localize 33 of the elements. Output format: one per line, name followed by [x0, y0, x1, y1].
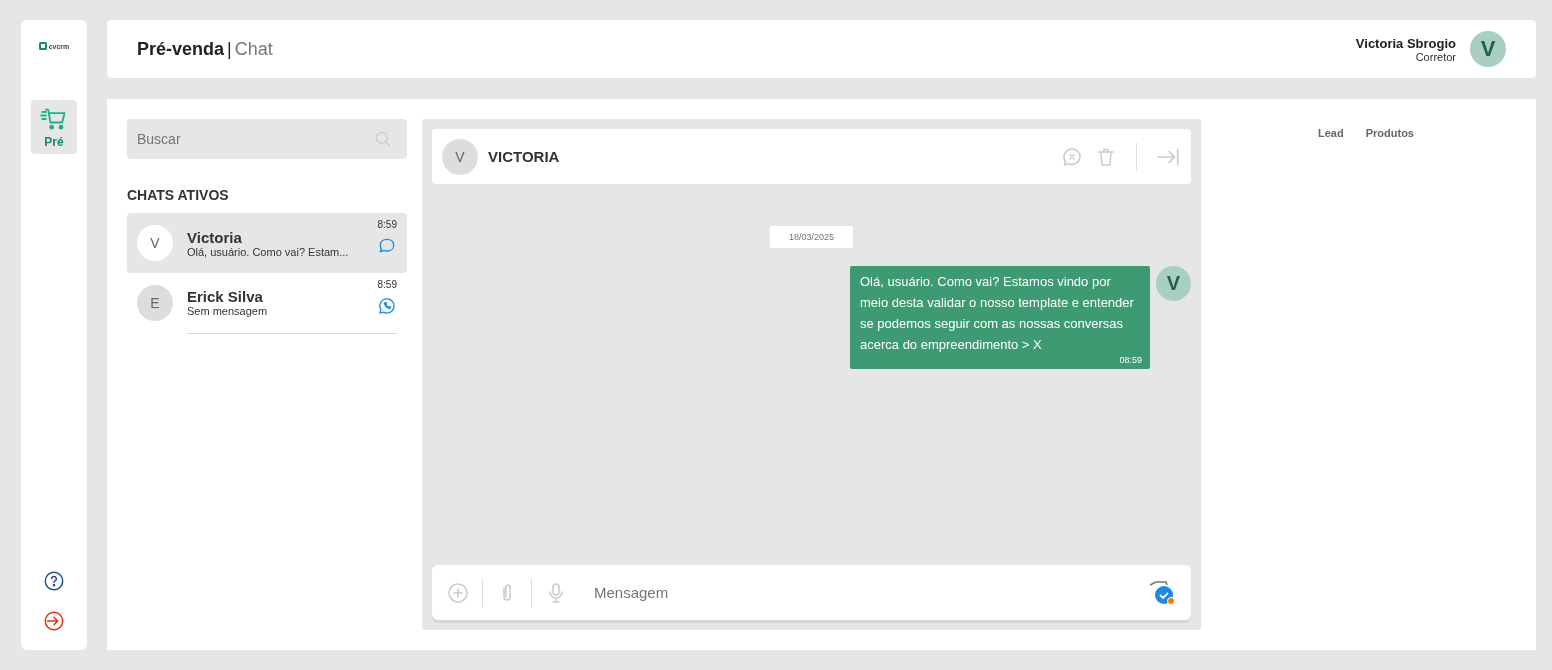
page-title: Pré-venda [137, 38, 225, 59]
message-bubble: Olá, usuário. Como vai? Estamos vindo por meio desta validar o nosso template e entender se podemos seguir com as nossas conversas acerca do empreendimento > X 08:59 [850, 266, 1150, 369]
contact-name: VICTORIA [488, 148, 561, 165]
chat-item[interactable]: V Victoria Olá, usuário. Como vai? Estam... 8:59 [127, 213, 407, 273]
chat-item[interactable]: E Erick Silva Sem mensagem 8:59 [127, 273, 407, 333]
sender-avatar: V [1156, 266, 1191, 301]
message-preview: Sem mensagem [187, 305, 268, 317]
user-name: Victoria Sbrogio [1355, 35, 1456, 51]
date-label: 18/03/2025 [769, 226, 853, 248]
panel-tab[interactable]: Produtos [1365, 127, 1414, 145]
contact-avatar: V [442, 138, 478, 175]
page-subtitle: Chat [234, 38, 273, 59]
logout-icon[interactable] [43, 610, 65, 632]
add-icon[interactable] [446, 580, 470, 605]
help-icon[interactable] [43, 570, 65, 592]
search-field[interactable]: Buscar [127, 119, 407, 159]
panel-tab[interactable]: Lead [1318, 127, 1344, 145]
chat-time: 8:59 [377, 219, 397, 230]
section-title: CHATS ATIVOS [127, 187, 230, 203]
logo-icon [38, 42, 47, 50]
contact-name: Victoria [187, 228, 242, 246]
contact-avatar: V [137, 225, 173, 261]
user-avatar[interactable]: V [1470, 31, 1506, 67]
status-badge-icon[interactable] [1147, 579, 1177, 606]
title-separator: | [227, 38, 232, 59]
message-preview: Olá, usuário. Como vai? Estam... [187, 245, 349, 258]
contact-avatar: E [137, 285, 173, 321]
contact-name: Erick Silva [187, 288, 263, 305]
search-icon [373, 129, 393, 149]
whatsapp-icon [377, 296, 397, 316]
user-role: Corretor [1415, 50, 1456, 63]
nav-item[interactable]: Pré [31, 100, 77, 154]
chat-time: 8:59 [377, 279, 397, 290]
